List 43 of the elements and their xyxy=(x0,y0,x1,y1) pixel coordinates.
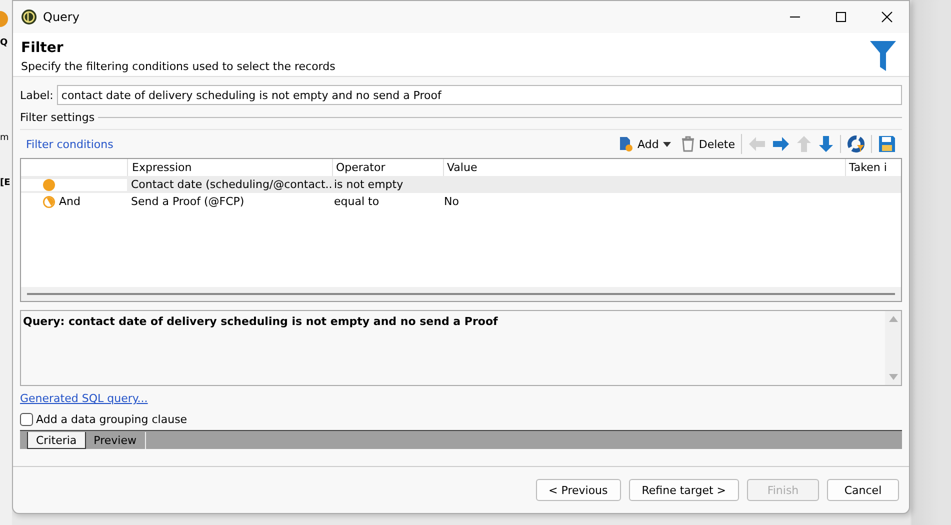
wizard-button[interactable]: Cancel xyxy=(827,479,899,501)
dropdown-caret-icon xyxy=(662,142,671,146)
condition-row[interactable]: And Send a Proof (@FCP) equal to No xyxy=(21,193,901,210)
header-subtitle: Specify the filtering conditions used to select the records xyxy=(21,60,336,73)
condition-dot-icon xyxy=(43,178,55,190)
add-button[interactable]: Add xyxy=(616,134,673,154)
header-title: Filter xyxy=(21,40,64,56)
window-title: Query xyxy=(43,10,80,24)
background-text: Q xyxy=(0,38,8,48)
table-cell: Contact date (scheduling/@contact.. xyxy=(131,178,332,191)
query-description: Query: contact date of delivery scheduling is not empty and no send a Proof xyxy=(22,314,499,330)
maximize-icon[interactable] xyxy=(835,11,847,23)
trash-icon xyxy=(680,136,695,152)
table-cell: No xyxy=(444,195,459,208)
wizard-button[interactable]: Refine target > xyxy=(628,479,739,501)
table-cell: is not empty xyxy=(334,178,404,191)
condition-row[interactable]: Contact date (scheduling/@contact..is not empty xyxy=(21,176,901,193)
checkbox-label: Add a data grouping clause xyxy=(36,413,188,426)
label-field[interactable]: contact date of delivery scheduling is not empty and no send a Proof xyxy=(57,85,902,105)
tab[interactable]: Criteria xyxy=(27,432,86,449)
and-condition-icon xyxy=(43,196,55,208)
table-cell: Send a Proof (@FCP) xyxy=(131,195,244,208)
wizard-button[interactable]: < Previous xyxy=(536,479,621,501)
tab[interactable]: Preview xyxy=(86,432,146,449)
app-logo-icon xyxy=(21,9,37,25)
pie-chart-filter-icon[interactable] xyxy=(847,135,872,153)
delete-button[interactable]: Delete xyxy=(678,134,742,154)
grouping-checkbox[interactable] xyxy=(20,413,33,426)
table-cell: equal to xyxy=(334,195,380,208)
label-caption: Label: xyxy=(20,88,54,102)
new-document-icon xyxy=(618,136,634,152)
section-title: Filter settings xyxy=(20,111,95,124)
background-text: [E xyxy=(0,178,10,188)
horizontal-scrollbar[interactable] xyxy=(21,287,901,301)
close-icon[interactable] xyxy=(881,11,893,23)
arrow-down-icon[interactable] xyxy=(818,135,841,153)
logical-operator: And xyxy=(59,195,80,208)
sql-query-link[interactable]: Generated SQL query... xyxy=(20,392,148,405)
save-icon[interactable] xyxy=(878,135,896,153)
funnel-icon xyxy=(869,40,897,72)
arrow-right-icon[interactable] xyxy=(772,136,790,152)
background-text: m xyxy=(0,133,9,143)
filter-conditions-link[interactable]: Filter conditions xyxy=(26,138,114,150)
